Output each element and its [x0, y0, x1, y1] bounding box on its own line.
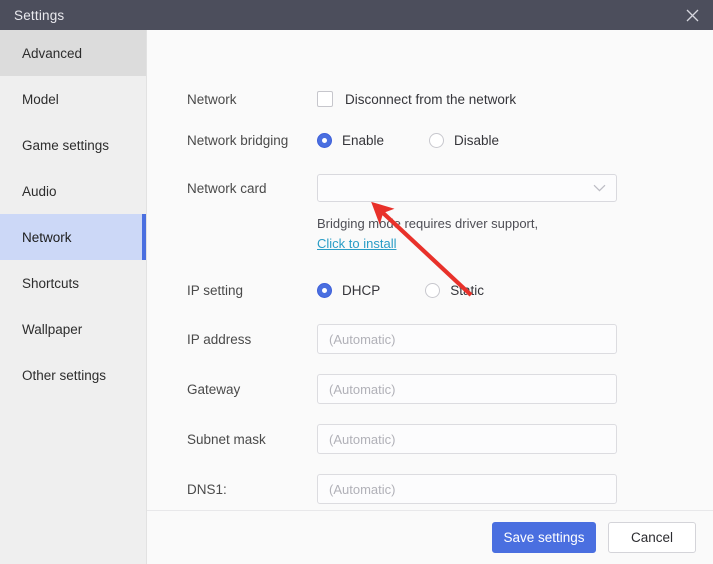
sidebar-item-network[interactable]: Network	[0, 214, 146, 260]
ip-address-input[interactable]	[317, 324, 617, 354]
close-icon	[686, 9, 698, 21]
sidebar-item-audio[interactable]: Audio	[0, 168, 146, 214]
network-card-control	[317, 174, 713, 202]
sidebar-item-wallpaper[interactable]: Wallpaper	[0, 306, 146, 352]
radio-label[interactable]: Disable	[454, 133, 499, 148]
title-bar: Settings	[0, 0, 713, 30]
radio-ip-static[interactable]: Static	[425, 282, 484, 298]
dns1-input[interactable]	[317, 474, 617, 504]
note-control: Bridging mode requires driver support, C…	[317, 212, 713, 251]
subnet-mask-label: Subnet mask	[187, 431, 266, 447]
row-ip-setting: IP setting DHCP Static	[147, 266, 713, 314]
sidebar: Advanced Model Game settings Audio Netwo…	[0, 30, 147, 564]
network-label: Network	[187, 91, 237, 107]
sidebar-item-label: Other settings	[22, 367, 107, 383]
radio-bridging-enable[interactable]: Enable	[317, 132, 384, 148]
click-to-install-link[interactable]: Click to install	[317, 236, 396, 251]
footer-actions: Save settings Cancel	[147, 510, 713, 564]
settings-window: Settings Advanced Model Game settings Au…	[0, 0, 713, 564]
bridging-note-text: Bridging mode requires driver support,	[317, 216, 539, 231]
row-subnet-mask: Subnet mask	[147, 414, 713, 464]
row-bridging-note: Bridging mode requires driver support, C…	[147, 212, 713, 266]
row-gateway: Gateway	[147, 364, 713, 414]
close-button[interactable]	[671, 0, 713, 30]
window-controls	[671, 0, 713, 30]
sidebar-item-label: Shortcuts	[22, 275, 80, 291]
sidebar-item-model[interactable]: Model	[0, 76, 146, 122]
gateway-label: Gateway	[187, 381, 241, 397]
network-bridging-radio-group: Enable Disable	[317, 132, 713, 148]
sidebar-item-other-settings[interactable]: Other settings	[0, 352, 146, 398]
row-network: Network Disconnect from the network	[147, 82, 713, 116]
radio-indicator[interactable]	[317, 132, 332, 148]
disconnect-checkbox-label[interactable]: Disconnect from the network	[345, 92, 516, 107]
dns1-control	[317, 474, 713, 504]
ip-address-label: IP address	[187, 331, 252, 347]
ip-setting-radio-group: DHCP Static	[317, 282, 713, 298]
network-settings-form: Network Disconnect from the network Netw…	[147, 30, 713, 510]
sidebar-item-shortcuts[interactable]: Shortcuts	[0, 260, 146, 306]
radio-indicator[interactable]	[317, 282, 332, 298]
radio-indicator[interactable]	[425, 282, 441, 298]
subnet-mask-control	[317, 424, 713, 454]
radio-label[interactable]: Enable	[342, 133, 384, 148]
chevron-down-icon	[593, 184, 606, 192]
gateway-input[interactable]	[317, 374, 617, 404]
window-title: Settings	[14, 7, 65, 23]
window-body: Advanced Model Game settings Audio Netwo…	[0, 30, 713, 564]
sidebar-item-game-settings[interactable]: Game settings	[0, 122, 146, 168]
row-dns1: DNS1:	[147, 464, 713, 510]
dns1-label: DNS1:	[187, 481, 227, 497]
radio-indicator[interactable]	[429, 132, 445, 148]
radio-label[interactable]: DHCP	[342, 283, 380, 298]
content-panel: Network Disconnect from the network Netw…	[147, 30, 713, 564]
ip-address-control	[317, 324, 713, 354]
sidebar-item-label: Game settings	[22, 137, 110, 153]
radio-bridging-disable[interactable]: Disable	[429, 132, 499, 148]
gateway-control	[317, 374, 713, 404]
network-card-label: Network card	[187, 180, 267, 196]
network-control: Disconnect from the network	[317, 91, 713, 107]
radio-ip-dhcp[interactable]: DHCP	[317, 282, 380, 298]
sidebar-item-label: Wallpaper	[22, 321, 83, 337]
row-ip-address: IP address	[147, 314, 713, 364]
sidebar-item-label: Network	[22, 229, 72, 245]
network-card-select[interactable]	[317, 174, 617, 202]
ip-setting-label: IP setting	[187, 282, 244, 298]
save-settings-button[interactable]: Save settings	[492, 522, 596, 553]
sidebar-item-label: Model	[22, 91, 59, 107]
network-bridging-label: Network bridging	[187, 132, 289, 148]
radio-label[interactable]: Static	[450, 283, 484, 298]
row-network-card: Network card	[147, 164, 713, 212]
sidebar-item-label: Advanced	[22, 45, 83, 61]
sidebar-item-label: Audio	[22, 183, 57, 199]
cancel-button[interactable]: Cancel	[608, 522, 696, 553]
sidebar-item-advanced[interactable]: Advanced	[0, 30, 146, 76]
disconnect-checkbox[interactable]	[317, 91, 333, 107]
subnet-mask-input[interactable]	[317, 424, 617, 454]
row-network-bridging: Network bridging Enable Disable	[147, 116, 713, 164]
